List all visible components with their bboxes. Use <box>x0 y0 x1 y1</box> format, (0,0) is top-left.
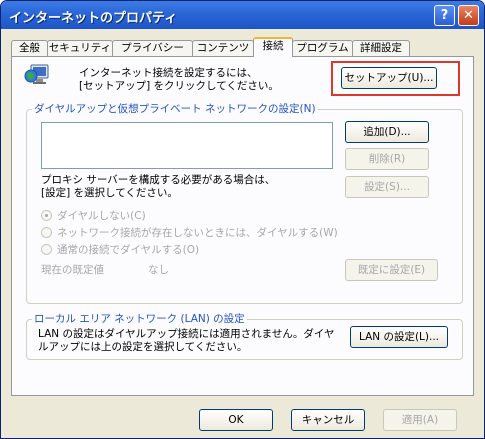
tab-general[interactable]: 全般 <box>11 40 48 56</box>
lan-text-line1: LAN の設定はダイヤルアップ接続には適用されません。ダイヤ <box>38 328 335 340</box>
setup-text-line2: [セットアップ] をクリックしてください。 <box>79 80 279 92</box>
tab-content[interactable]: コンテンツ <box>192 40 254 56</box>
window-title: インターネットのプロパティ <box>9 11 178 26</box>
radio-always-dial-label: 通常の接続でダイヤルする(O) <box>57 244 200 256</box>
radio-never-dial[interactable] <box>41 210 52 221</box>
lan-text-line2: ルアップには上の設定を選択してください。 <box>38 341 248 353</box>
dialup-connections-list[interactable] <box>41 122 333 169</box>
radio-dial-when-no-network-label: ネットワーク接続が存在しないときには、ダイヤルする(W) <box>57 227 338 239</box>
tab-privacy[interactable]: プライバシー <box>112 40 193 56</box>
current-default-value: なし <box>148 264 169 276</box>
radio-dial-when-no-network[interactable] <box>41 227 52 238</box>
tab-advanced[interactable]: 詳細設定 <box>352 40 410 56</box>
help-button[interactable]: ? <box>434 5 455 26</box>
setup-text-line1: インターネット接続を設定するには、 <box>79 67 258 79</box>
lan-settings-button[interactable]: LAN の設定(L)... <box>350 326 448 348</box>
setup-button[interactable]: セットアップ(U)... <box>341 67 437 89</box>
radio-never-dial-label: ダイヤルしない(C) <box>57 210 146 222</box>
close-button[interactable]: ✕ <box>458 5 479 26</box>
settings-button[interactable]: 設定(S)... <box>345 176 429 198</box>
properties-window: インターネットのプロパティ ? ✕ 全般 セキュリティ プライバシー コンテンツ… <box>0 0 485 439</box>
tab-programs[interactable]: プログラム <box>292 40 353 56</box>
apply-button[interactable]: 適用(A) <box>383 409 457 431</box>
remove-button[interactable]: 削除(R) <box>345 148 429 170</box>
set-default-button[interactable]: 既定に設定(E) <box>345 259 438 281</box>
dialup-group-label: ダイヤルアップと仮想プライベート ネットワークの設定(N) <box>32 103 318 115</box>
title-bar[interactable]: インターネットのプロパティ ? ✕ <box>1 1 484 29</box>
current-default-label: 現在の既定値 <box>41 264 104 276</box>
tab-connections[interactable]: 接続 <box>253 37 293 57</box>
lan-group-label: ローカル エリア ネットワーク (LAN) の設定 <box>32 313 247 325</box>
radio-always-dial[interactable] <box>41 244 52 255</box>
proxy-text-line1: プロキシ サーバーを構成する必要がある場合は、 <box>41 174 276 186</box>
proxy-text-line2: [設定] を選択してください。 <box>41 187 178 199</box>
ok-button[interactable]: OK <box>199 409 273 431</box>
tab-security[interactable]: セキュリティ <box>47 40 113 56</box>
globe-computer-icon <box>24 64 49 84</box>
cancel-button[interactable]: キャンセル <box>291 409 365 431</box>
add-button[interactable]: 追加(D)... <box>345 121 429 143</box>
